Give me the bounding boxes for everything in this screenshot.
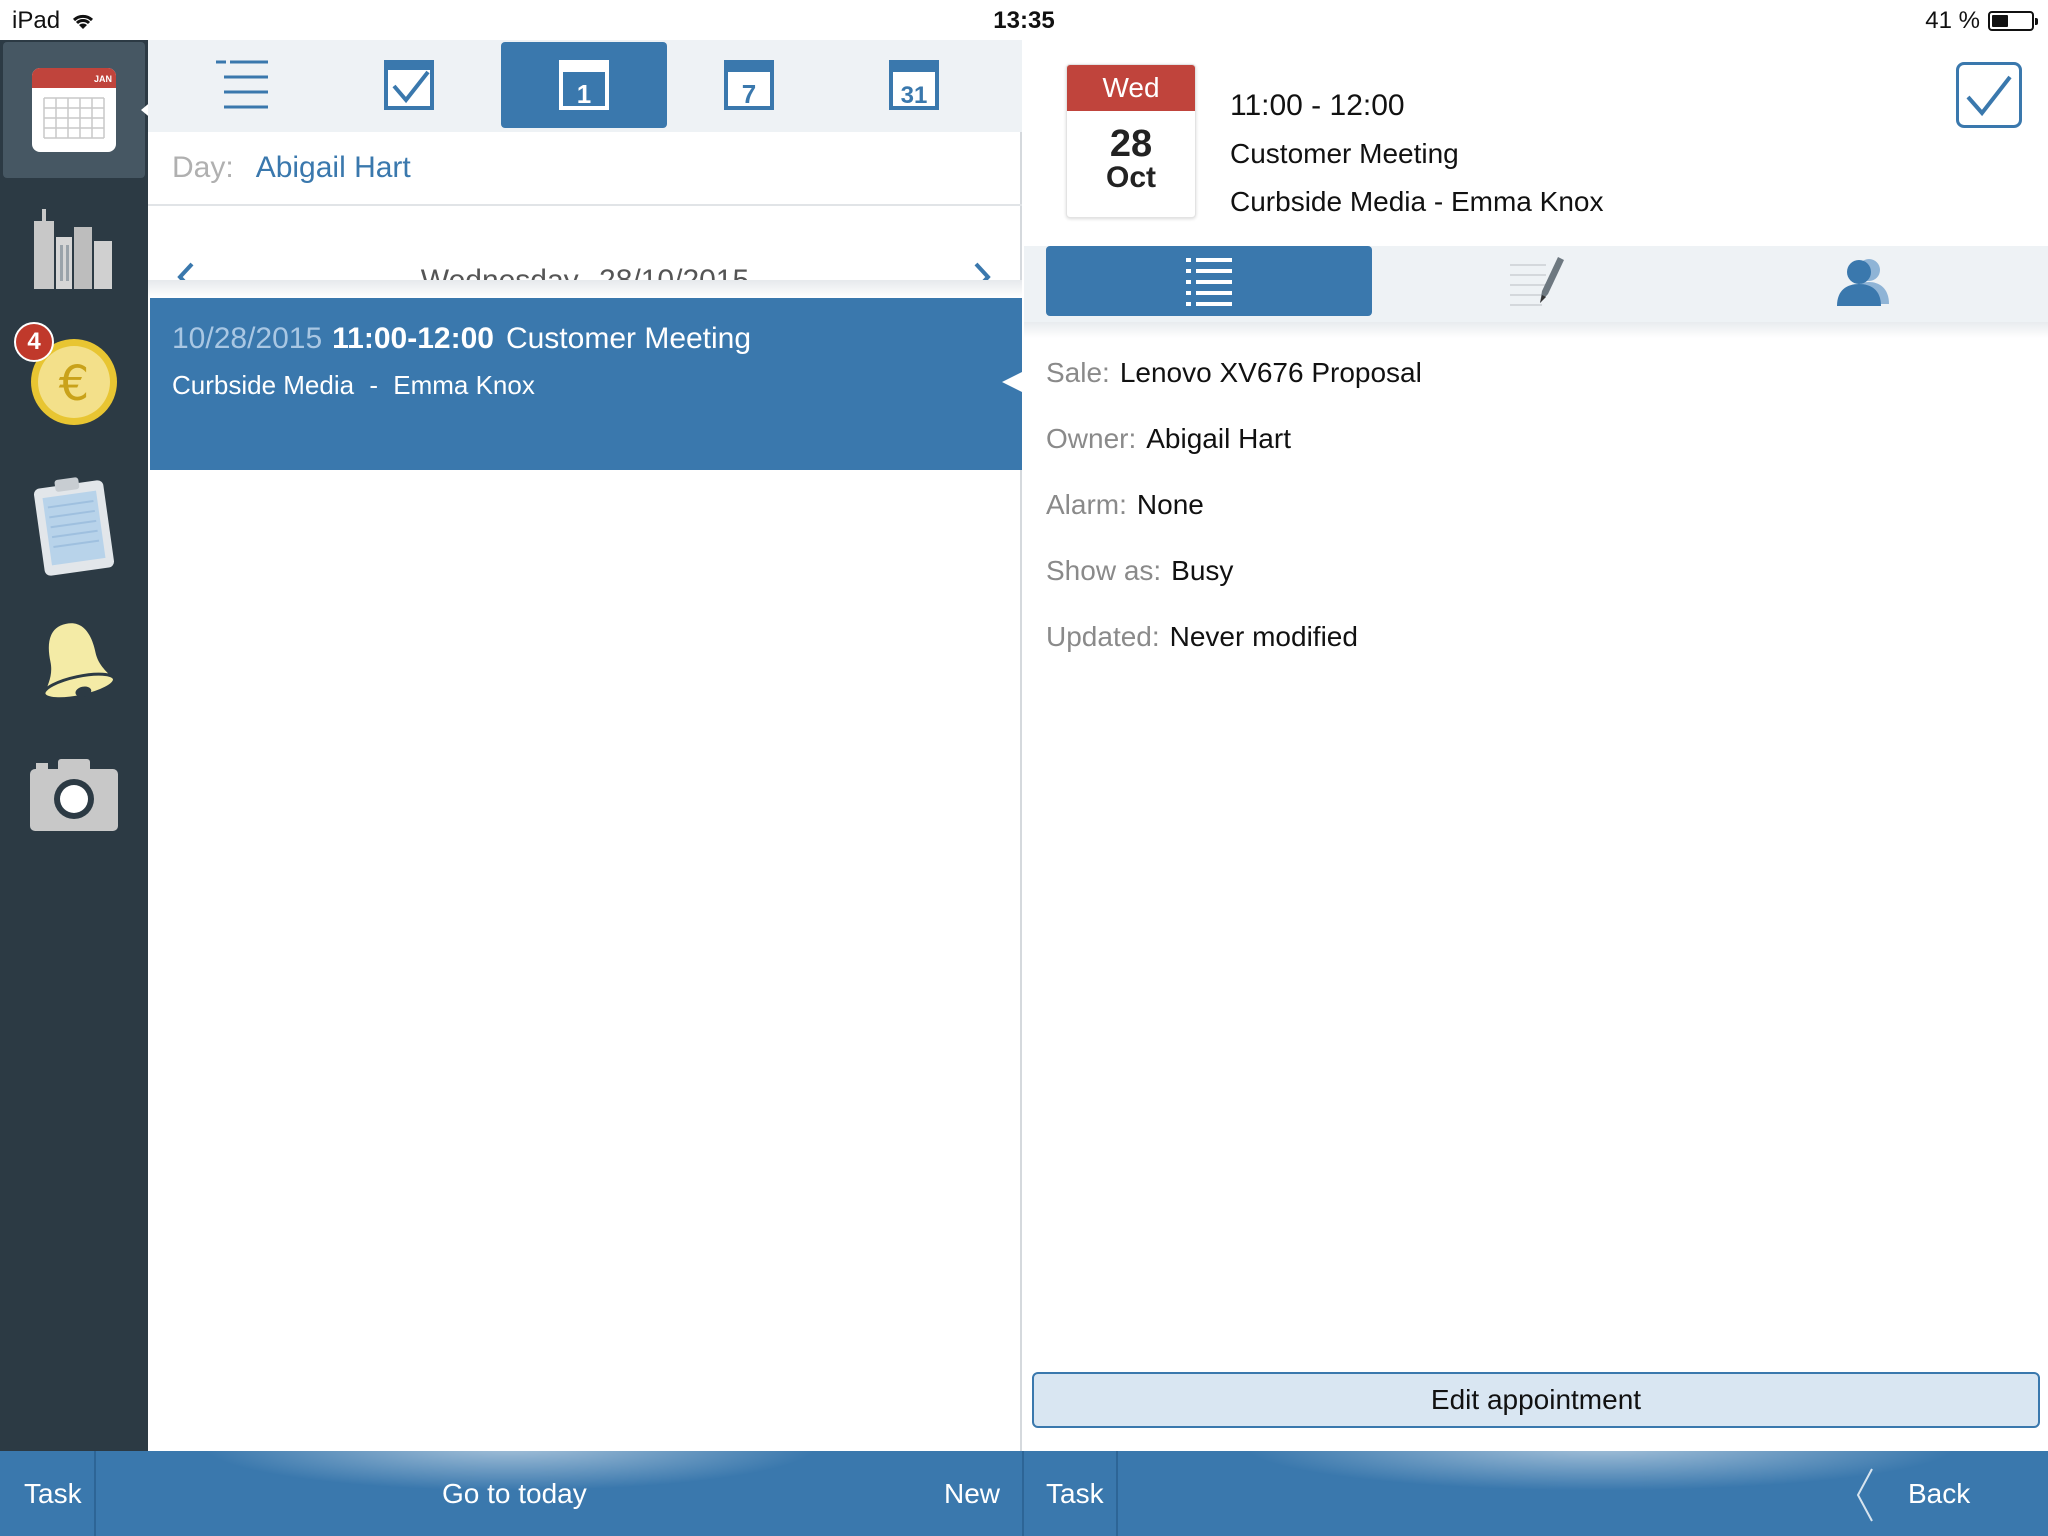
field-owner: Owner: Abigail Hart [1046, 416, 1422, 482]
notes-pencil-icon [1510, 257, 1564, 306]
camera-icon [30, 759, 118, 831]
field-updated: Updated: Never modified [1046, 614, 1422, 680]
sales-badge: 4 [14, 322, 54, 362]
date-tile-day: 28 [1109, 123, 1153, 165]
calendar-icon-month: JAN [94, 74, 112, 84]
battery-percent: 41 % [1925, 7, 1980, 34]
tab-notes[interactable] [1373, 246, 1699, 316]
appointment-detail-pane: Wed 28 Oct 11:00 - 12:00 Customer Meetin… [1024, 40, 2048, 1451]
detail-time: 11:00 - 12:00 [1230, 89, 1405, 122]
rail-item-companies[interactable] [0, 180, 148, 316]
field-sale-value[interactable]: Lenovo XV676 Proposal [1120, 357, 1422, 388]
rail-item-reminders[interactable] [0, 594, 148, 730]
go-to-today-button[interactable]: Go to today [442, 1451, 587, 1536]
status-bar: iPad 13:35 41 % [0, 0, 2048, 40]
day-view-icon: 1 [559, 60, 609, 110]
date-tile: Wed 28 Oct [1066, 64, 1196, 218]
week-view-button[interactable]: 7 [666, 42, 832, 128]
field-show-as-label: Show as: [1046, 555, 1162, 586]
field-alarm: Alarm: None [1046, 482, 1422, 548]
svg-text:€: € [59, 356, 90, 412]
calendar-pane: 1 7 31 Day: Abigail Hart 10/28/2015 11:0… [148, 40, 1022, 1451]
appointment-title: Customer Meeting [505, 322, 752, 355]
detail-fields: Sale: Lenovo XV676 Proposal Owner: Abigail… [1046, 350, 1422, 680]
month-view-button[interactable]: 31 [831, 42, 997, 128]
detail-title: Customer Meeting [1230, 138, 1459, 169]
view-switcher: 1 7 31 [148, 40, 1022, 132]
back-label: Back [1908, 1478, 1971, 1509]
clock: 13:35 [993, 7, 1055, 34]
buildings-icon [34, 209, 112, 289]
date-tile-weekday: Wed [1067, 65, 1195, 111]
day-view-number: 1 [577, 79, 591, 109]
tab-details[interactable] [1046, 246, 1372, 316]
app-rail: JAN € 4 [0, 40, 153, 1451]
field-owner-value: Abigail Hart [1146, 423, 1291, 454]
field-owner-label: Owner: [1046, 423, 1137, 454]
field-updated-value: Never modified [1169, 621, 1358, 652]
day-owner-row[interactable]: Day: Abigail Hart [148, 132, 1022, 206]
appointment-company: Curbside Media [172, 370, 355, 400]
back-button[interactable]: Back [1856, 1451, 1971, 1536]
clipboard-icon [33, 477, 115, 576]
detail-company-contact: Curbside Media - Emma Knox [1230, 186, 1604, 217]
field-sale[interactable]: Sale: Lenovo XV676 Proposal [1046, 350, 1422, 416]
appointment-separator: - [369, 370, 378, 400]
month-view-icon: 31 [889, 60, 939, 110]
bottom-toolbar: Task Go to today New Task Back [0, 1451, 2048, 1536]
field-alarm-label: Alarm: [1046, 489, 1127, 520]
edit-appointment-button[interactable]: Edit appointment [1032, 1372, 2040, 1428]
back-chevron-icon [1856, 1468, 1873, 1522]
appointment-header: 11:00 - 12:00 Customer Meeting Curbside … [1230, 82, 1603, 226]
tasks-view-button[interactable] [326, 42, 492, 128]
tasks-view-icon [384, 60, 434, 110]
appointment-time: 11:00-12:00 [332, 322, 494, 355]
list-view-icon [216, 60, 268, 109]
bell-icon [42, 623, 116, 701]
appointment-contact: Emma Knox [393, 370, 535, 400]
participants-icon [1837, 259, 1889, 306]
details-list-icon [1186, 258, 1232, 306]
field-show-as-value: Busy [1171, 555, 1234, 586]
rail-item-documents[interactable] [0, 456, 148, 592]
field-show-as: Show as: Busy [1046, 548, 1422, 614]
calendar-icon: JAN [32, 68, 116, 152]
complete-button[interactable] [1956, 62, 2022, 128]
tab-participants[interactable] [1700, 246, 2026, 316]
appointment-date: 10/28/2015 [172, 322, 323, 355]
field-alarm-value: None [1136, 489, 1204, 520]
field-sale-label: Sale: [1046, 357, 1110, 388]
battery-icon [1988, 11, 2038, 31]
date-tile-month: Oct [1105, 161, 1156, 194]
month-view-number: 31 [901, 82, 928, 109]
rail-item-sales[interactable]: € 4 [0, 314, 148, 450]
right-task-button[interactable]: Task [1046, 1451, 1104, 1536]
week-view-icon: 7 [724, 60, 774, 110]
appointment-item[interactable]: 10/28/2015 11:00-12:00 Customer Meeting Cu… [150, 298, 1022, 470]
detail-tabs [1024, 246, 2048, 322]
left-task-button[interactable]: Task [24, 1451, 82, 1536]
day-view-button[interactable]: 1 [501, 42, 667, 128]
week-view-number: 7 [742, 79, 756, 109]
rail-item-calendar[interactable]: JAN [3, 42, 153, 178]
new-button[interactable]: New [944, 1451, 1000, 1536]
rail-item-camera[interactable] [0, 726, 148, 862]
day-owner[interactable]: Abigail Hart [256, 151, 411, 185]
list-view-button[interactable] [159, 42, 325, 128]
day-label: Day: [172, 151, 234, 184]
checkmark-icon [1966, 75, 2012, 117]
field-updated-label: Updated: [1046, 621, 1160, 652]
